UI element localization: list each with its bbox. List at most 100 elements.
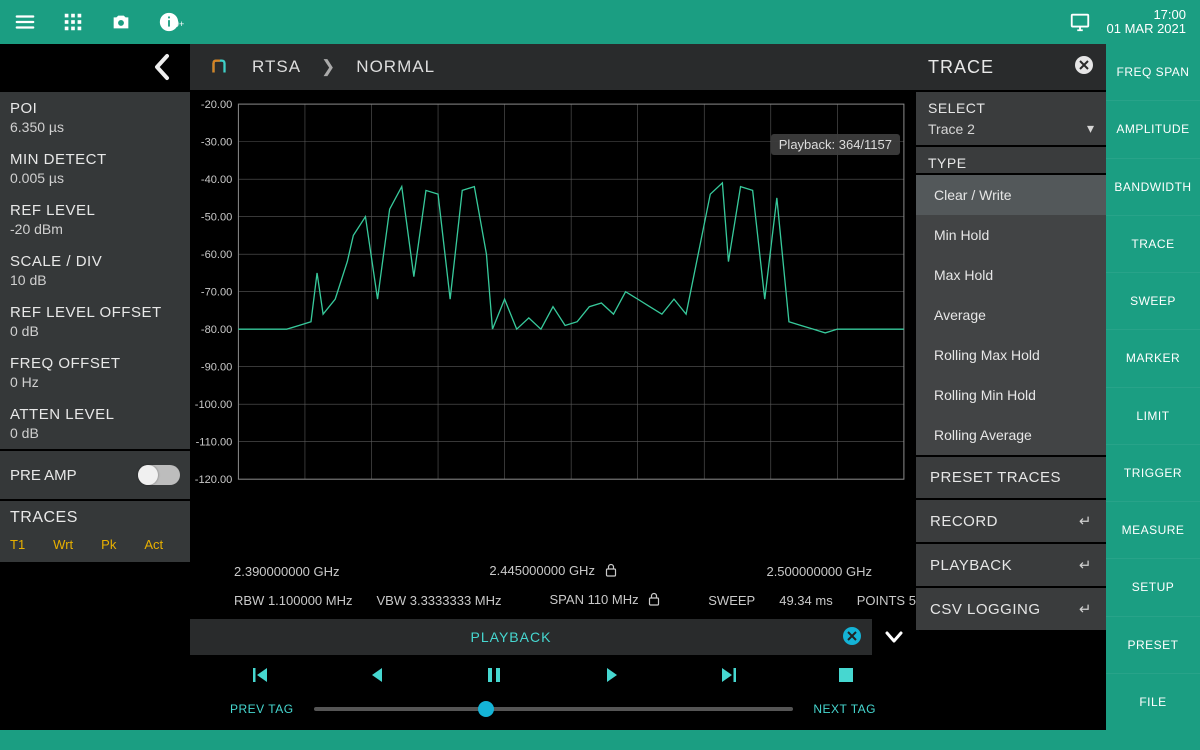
- freq-center: 2.445000000 GHz: [489, 563, 595, 578]
- playback-close-button[interactable]: [832, 626, 872, 649]
- record-button[interactable]: RECORD ↵: [916, 500, 1106, 542]
- type-option[interactable]: Rolling Max Hold: [916, 335, 1106, 375]
- svg-text:-110.00: -110.00: [196, 437, 233, 449]
- clock: 17:00 01 MAR 2021: [1107, 8, 1187, 37]
- enter-icon: ↵: [1079, 600, 1092, 618]
- left-item-1[interactable]: MIN DETECT0.005 µs: [0, 143, 190, 194]
- left-item-3[interactable]: SCALE / DIV10 dB: [0, 245, 190, 296]
- type-option[interactable]: Clear / Write: [916, 175, 1106, 215]
- apps-icon[interactable]: [62, 11, 84, 33]
- playback-position-badge: Playback: 364/1157: [771, 134, 900, 155]
- menu-sweep[interactable]: SWEEP: [1106, 272, 1200, 329]
- right-menu: FREQ SPANAMPLITUDEBANDWIDTHTRACESWEEPMAR…: [1106, 44, 1200, 730]
- left-item-value: 0 Hz: [10, 374, 180, 390]
- trace-panel-close-button[interactable]: [1074, 55, 1094, 80]
- pause-button[interactable]: [464, 665, 524, 690]
- left-item-4[interactable]: REF LEVEL OFFSET 0 dB: [0, 296, 190, 347]
- step-forward-button[interactable]: [582, 665, 642, 690]
- playback-bar: PLAYBACK: [190, 619, 916, 655]
- type-option[interactable]: Rolling Average: [916, 415, 1106, 455]
- step-back-button[interactable]: [347, 665, 407, 690]
- mode-icon[interactable]: [206, 54, 232, 80]
- stop-button[interactable]: [816, 666, 876, 689]
- playback-button[interactable]: PLAYBACK ↵: [916, 544, 1106, 586]
- back-button[interactable]: [0, 44, 190, 90]
- type-options: Clear / WriteMin HoldMax HoldAverageRoll…: [916, 175, 1106, 455]
- sweep-label: SWEEP: [708, 593, 755, 608]
- menu-preset[interactable]: PRESET: [1106, 616, 1200, 673]
- seek-slider[interactable]: [314, 707, 794, 711]
- vbw-value: VBW 3.3333333 MHz: [377, 593, 502, 608]
- svg-text:-120.00: -120.00: [195, 474, 233, 486]
- transport-controls: [190, 655, 916, 696]
- menu-marker[interactable]: MARKER: [1106, 329, 1200, 386]
- breadcrumb-normal[interactable]: NORMAL: [356, 57, 435, 77]
- svg-text:-70.00: -70.00: [201, 287, 232, 299]
- left-item-5[interactable]: FREQ OFFSET0 Hz: [0, 347, 190, 398]
- left-item-label: REF LEVEL OFFSET: [10, 304, 180, 321]
- trace-panel: TRACE SELECT Trace 2 ▾ TYPE Clear / Writ…: [916, 44, 1106, 730]
- left-item-2[interactable]: REF LEVEL-20 dBm: [0, 194, 190, 245]
- next-tag-button[interactable]: NEXT TAG: [813, 702, 876, 716]
- info-icon[interactable]: 9+: [158, 11, 190, 33]
- left-item-value: -20 dBm: [10, 221, 180, 237]
- traces-header: TRACES: [10, 509, 180, 527]
- left-item-label: MIN DETECT: [10, 151, 180, 168]
- seek-row: PREV TAG NEXT TAG: [190, 696, 916, 730]
- menu-trigger[interactable]: TRIGGER: [1106, 444, 1200, 501]
- skip-end-button[interactable]: [699, 665, 759, 690]
- top-bar: 9+ 17:00 01 MAR 2021: [0, 0, 1200, 44]
- type-option[interactable]: Rolling Min Hold: [916, 375, 1106, 415]
- spectrum-plot[interactable]: -20.00-30.00-40.00-50.00-60.00-70.00-80.…: [190, 90, 916, 555]
- bottom-strip: [0, 730, 1200, 750]
- svg-text:-30.00: -30.00: [201, 137, 232, 149]
- type-label: TYPE: [916, 147, 1106, 173]
- skip-start-button[interactable]: [230, 665, 290, 690]
- freq-stop: 2.500000000 GHz: [766, 564, 872, 579]
- left-sidebar: POI6.350 µsMIN DETECT0.005 µsREF LEVEL-2…: [0, 44, 190, 730]
- menu-freq-span[interactable]: FREQ SPAN: [1106, 44, 1200, 100]
- trace-pk: Pk: [101, 537, 116, 552]
- type-option[interactable]: Min Hold: [916, 215, 1106, 255]
- left-item-0[interactable]: POI6.350 µs: [0, 92, 190, 143]
- left-item-value: 6.350 µs: [10, 119, 180, 135]
- menu-bandwidth[interactable]: BANDWIDTH: [1106, 158, 1200, 215]
- type-option[interactable]: Max Hold: [916, 255, 1106, 295]
- menu-setup[interactable]: SETUP: [1106, 558, 1200, 615]
- preset-traces-button[interactable]: PRESET TRACES: [916, 457, 1106, 498]
- breadcrumb-rtsa[interactable]: RTSA: [252, 57, 301, 77]
- menu-file[interactable]: FILE: [1106, 673, 1200, 730]
- trace-select-label: SELECT: [928, 100, 1094, 116]
- parameter-row: RBW 1.100000 MHz VBW 3.3333333 MHz SPAN …: [190, 586, 916, 619]
- sweep-value: 49.34 ms: [779, 593, 832, 608]
- enter-icon: ↵: [1079, 512, 1092, 530]
- svg-text:-90.00: -90.00: [201, 362, 232, 374]
- prev-tag-button[interactable]: PREV TAG: [230, 702, 294, 716]
- left-item-label: SCALE / DIV: [10, 253, 180, 270]
- csv-logging-button[interactable]: CSV LOGGING ↵: [916, 588, 1106, 630]
- trace-panel-title: TRACE: [928, 57, 994, 78]
- menu-trace[interactable]: TRACE: [1106, 215, 1200, 272]
- camera-icon[interactable]: [110, 11, 132, 33]
- left-item-value: 0 dB: [10, 323, 180, 339]
- trace-select[interactable]: SELECT Trace 2 ▾: [916, 92, 1106, 145]
- menu-icon[interactable]: [14, 11, 36, 33]
- freq-start: 2.390000000 GHz: [234, 564, 340, 579]
- svg-text:-80.00: -80.00: [201, 324, 232, 336]
- menu-amplitude[interactable]: AMPLITUDE: [1106, 100, 1200, 157]
- lock-icon: [605, 563, 617, 580]
- menu-limit[interactable]: LIMIT: [1106, 387, 1200, 444]
- trace-act: Act: [144, 537, 163, 552]
- svg-text:-60.00: -60.00: [201, 249, 232, 261]
- traces-section[interactable]: TRACES T1 Wrt Pk Act: [0, 501, 190, 562]
- playback-title: PLAYBACK: [190, 629, 832, 645]
- center-area: RTSA ❯ NORMAL -20.00-30.00-40.00-50.00-6…: [190, 44, 916, 730]
- menu-measure[interactable]: MEASURE: [1106, 501, 1200, 558]
- display-icon[interactable]: [1069, 11, 1091, 33]
- left-item-6[interactable]: ATTEN LEVEL0 dB: [0, 398, 190, 449]
- preamp-toggle[interactable]: PRE AMP: [0, 451, 190, 499]
- clock-time: 17:00: [1107, 8, 1187, 22]
- type-option[interactable]: Average: [916, 295, 1106, 335]
- preamp-label: PRE AMP: [10, 467, 77, 484]
- collapse-button[interactable]: [872, 619, 916, 655]
